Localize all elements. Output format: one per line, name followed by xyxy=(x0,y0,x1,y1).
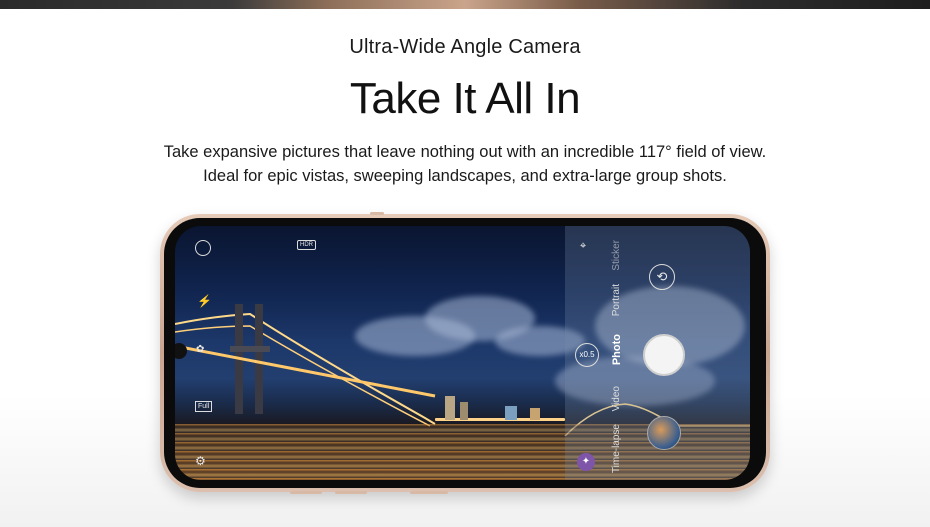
section-eyebrow: Ultra-Wide Angle Camera xyxy=(349,36,581,58)
gear-icon[interactable]: ⚙ xyxy=(195,454,206,468)
mode-time-lapse[interactable]: Time-lapse xyxy=(611,424,622,473)
aspect-ratio-icon[interactable]: Full xyxy=(195,401,213,412)
section-description: Take expansive pictures that leave nothi… xyxy=(0,140,930,188)
phone-button xyxy=(410,491,448,494)
ai-cam-icon[interactable]: ✦ xyxy=(577,453,595,471)
switch-camera-icon[interactable]: ⟲ xyxy=(649,264,675,290)
mode-portrait[interactable]: Portrait xyxy=(611,284,622,316)
flash-off-icon[interactable]: ⚡ xyxy=(197,294,212,308)
phone-mockup: HDR ⚡ ✿ Full ⚙ ⌖ ⟲ Time-lapse Video Phot… xyxy=(160,212,770,494)
settings-alt-icon[interactable]: ✿ xyxy=(196,344,204,355)
skyline-building xyxy=(530,408,540,420)
skyline-building xyxy=(460,402,468,420)
description-line-2: Ideal for epic vistas, sweeping landscap… xyxy=(203,167,727,185)
skyline-building xyxy=(505,406,517,420)
camera-viewfinder: HDR ⚡ ✿ Full ⚙ ⌖ ⟲ Time-lapse Video Phot… xyxy=(175,226,750,480)
section-headline: Take It All In xyxy=(349,74,581,123)
top-banner-image xyxy=(0,0,930,9)
hdr-icon[interactable]: HDR xyxy=(297,240,316,250)
zoom-toggle-button[interactable]: x0.5 xyxy=(575,343,599,367)
gallery-thumbnail[interactable] xyxy=(647,416,681,450)
shutter-button[interactable] xyxy=(643,334,685,376)
mode-video[interactable]: Video xyxy=(611,386,622,411)
timer-icon[interactable] xyxy=(195,240,211,256)
phone-button xyxy=(290,491,322,494)
skyline-building xyxy=(445,396,455,420)
phone-button xyxy=(335,491,367,494)
phone-button xyxy=(370,212,384,215)
mode-photo[interactable]: Photo xyxy=(611,334,623,365)
lens-switch-icon[interactable]: ⌖ xyxy=(580,240,586,253)
description-line-1: Take expansive pictures that leave nothi… xyxy=(163,143,767,161)
mode-sticker[interactable]: Sticker xyxy=(611,240,622,271)
